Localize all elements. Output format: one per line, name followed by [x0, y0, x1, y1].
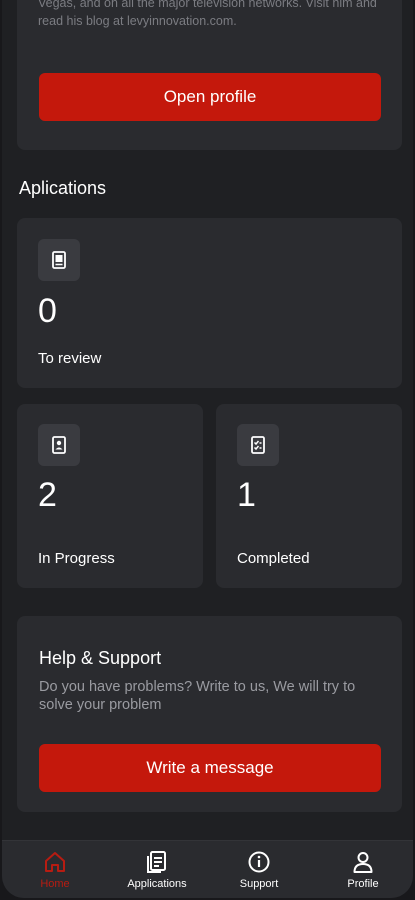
home-icon [43, 849, 67, 875]
tab-profile[interactable]: Profile [322, 841, 404, 898]
tab-support-label: Support [239, 878, 279, 890]
tab-home[interactable]: Home [14, 841, 96, 898]
applications-icon [145, 849, 169, 875]
profile-bio: Vegas, and on all the major television n… [38, 0, 377, 28]
person-icon [351, 849, 375, 875]
document-icon [38, 239, 80, 281]
tab-applications[interactable]: Applications [116, 841, 198, 898]
to-review-label: To review [38, 350, 102, 367]
tab-support[interactable]: Support [218, 841, 300, 898]
info-icon [247, 849, 271, 875]
applications-section-title: Aplications [19, 178, 107, 198]
bottom-tab-bar: Home Applications Support Profile [2, 840, 413, 898]
help-title: Help & Support [39, 648, 162, 668]
in-progress-count: 2 [38, 476, 57, 514]
id-card-icon [38, 424, 80, 466]
in-progress-label: In Progress [38, 550, 115, 567]
open-profile-button[interactable]: Open profile [39, 73, 381, 121]
completed-card[interactable]: 1 Completed [216, 404, 402, 588]
help-description: Do you have problems? Write to us, We wi… [39, 679, 356, 713]
help-support-card: Help & Support Do you have problems? Wri… [17, 616, 402, 812]
in-progress-card[interactable]: 2 In Progress [17, 404, 203, 588]
tab-profile-label: Profile [347, 878, 379, 890]
checklist-icon [237, 424, 279, 466]
profile-card: Vegas, and on all the major television n… [17, 0, 402, 150]
completed-label: Completed [237, 550, 310, 567]
to-review-card[interactable]: 0 To review [17, 218, 402, 388]
phone-screen: Vegas, and on all the major television n… [2, 0, 413, 898]
tab-home-label: Home [40, 878, 70, 890]
to-review-count: 0 [38, 292, 57, 330]
tab-applications-label: Applications [127, 878, 187, 890]
write-message-button[interactable]: Write a message [39, 744, 381, 792]
completed-count: 1 [237, 476, 256, 514]
